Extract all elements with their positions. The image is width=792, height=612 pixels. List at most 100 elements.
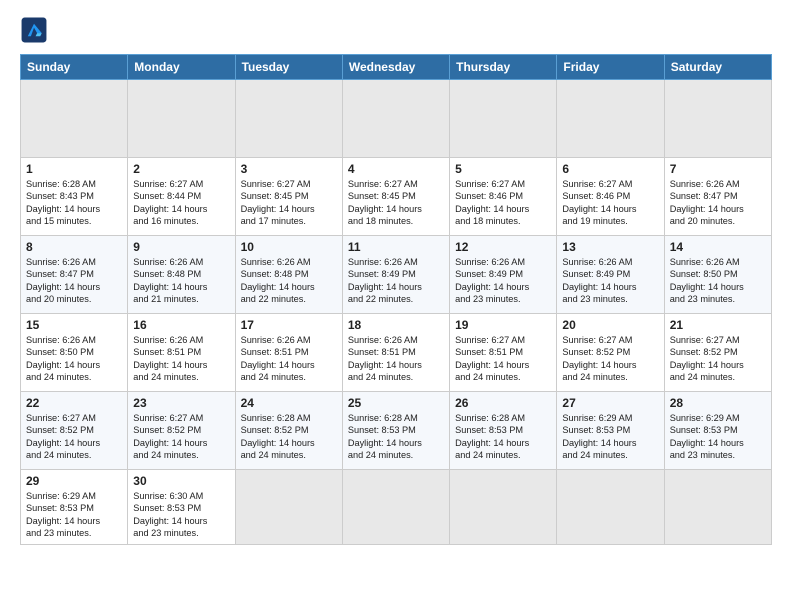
day-info: and 24 minutes.: [348, 449, 444, 461]
day-info: Sunrise: 6:26 AM: [133, 256, 229, 268]
day-info: and 22 minutes.: [241, 293, 337, 305]
day-info: Sunset: 8:51 PM: [348, 346, 444, 358]
day-info: Daylight: 14 hours: [562, 203, 658, 215]
day-number: 9: [133, 240, 229, 254]
day-info: Sunrise: 6:28 AM: [241, 412, 337, 424]
day-number: 29: [26, 474, 122, 488]
calendar-weekday-tuesday: Tuesday: [235, 55, 342, 80]
day-info: Daylight: 14 hours: [133, 281, 229, 293]
day-info: and 24 minutes.: [241, 449, 337, 461]
day-info: Sunset: 8:50 PM: [26, 346, 122, 358]
day-info: and 23 minutes.: [562, 293, 658, 305]
day-info: Daylight: 14 hours: [26, 515, 122, 527]
day-number: 7: [670, 162, 766, 176]
calendar-cell: [235, 80, 342, 158]
day-info: Daylight: 14 hours: [455, 437, 551, 449]
day-info: Sunset: 8:45 PM: [241, 190, 337, 202]
calendar-cell: 12Sunrise: 6:26 AMSunset: 8:49 PMDayligh…: [450, 236, 557, 314]
day-info: Sunset: 8:47 PM: [670, 190, 766, 202]
day-info: Daylight: 14 hours: [26, 437, 122, 449]
day-info: and 16 minutes.: [133, 215, 229, 227]
calendar-cell: [450, 470, 557, 545]
day-info: Daylight: 14 hours: [133, 515, 229, 527]
day-info: Sunset: 8:53 PM: [348, 424, 444, 436]
day-info: Sunset: 8:51 PM: [241, 346, 337, 358]
day-info: Sunset: 8:45 PM: [348, 190, 444, 202]
day-info: and 23 minutes.: [133, 527, 229, 539]
calendar-cell: 28Sunrise: 6:29 AMSunset: 8:53 PMDayligh…: [664, 392, 771, 470]
day-info: Sunrise: 6:26 AM: [348, 256, 444, 268]
day-info: Sunset: 8:52 PM: [133, 424, 229, 436]
day-info: and 24 minutes.: [26, 371, 122, 383]
day-info: and 24 minutes.: [455, 371, 551, 383]
calendar-cell: [450, 80, 557, 158]
day-info: Sunset: 8:53 PM: [133, 502, 229, 514]
day-number: 11: [348, 240, 444, 254]
day-info: Daylight: 14 hours: [241, 359, 337, 371]
calendar-cell: [664, 80, 771, 158]
day-info: Sunset: 8:52 PM: [26, 424, 122, 436]
day-info: Daylight: 14 hours: [348, 203, 444, 215]
day-info: Daylight: 14 hours: [670, 281, 766, 293]
day-info: Daylight: 14 hours: [241, 203, 337, 215]
calendar-cell: [664, 470, 771, 545]
calendar-cell: [557, 80, 664, 158]
calendar-cell: 21Sunrise: 6:27 AMSunset: 8:52 PMDayligh…: [664, 314, 771, 392]
day-info: Daylight: 14 hours: [562, 359, 658, 371]
day-info: and 22 minutes.: [348, 293, 444, 305]
header: [20, 16, 772, 44]
day-info: Daylight: 14 hours: [133, 359, 229, 371]
day-info: Sunrise: 6:26 AM: [26, 334, 122, 346]
day-number: 5: [455, 162, 551, 176]
calendar-weekday-sunday: Sunday: [21, 55, 128, 80]
day-info: Sunset: 8:49 PM: [348, 268, 444, 280]
day-info: Daylight: 14 hours: [241, 281, 337, 293]
calendar-cell: [557, 470, 664, 545]
day-number: 4: [348, 162, 444, 176]
day-info: Sunset: 8:46 PM: [455, 190, 551, 202]
calendar-weekday-friday: Friday: [557, 55, 664, 80]
day-info: and 24 minutes.: [26, 449, 122, 461]
day-info: Daylight: 14 hours: [26, 281, 122, 293]
day-info: and 17 minutes.: [241, 215, 337, 227]
calendar-cell: 29Sunrise: 6:29 AMSunset: 8:53 PMDayligh…: [21, 470, 128, 545]
calendar-cell: 26Sunrise: 6:28 AMSunset: 8:53 PMDayligh…: [450, 392, 557, 470]
calendar-cell: 4Sunrise: 6:27 AMSunset: 8:45 PMDaylight…: [342, 158, 449, 236]
day-info: and 19 minutes.: [562, 215, 658, 227]
day-info: Daylight: 14 hours: [670, 437, 766, 449]
day-number: 15: [26, 318, 122, 332]
day-info: and 20 minutes.: [670, 215, 766, 227]
day-info: Sunset: 8:48 PM: [241, 268, 337, 280]
day-info: Sunrise: 6:27 AM: [133, 178, 229, 190]
logo: [20, 16, 52, 44]
day-number: 30: [133, 474, 229, 488]
day-info: Sunrise: 6:26 AM: [670, 256, 766, 268]
day-info: Sunset: 8:53 PM: [670, 424, 766, 436]
day-info: Sunset: 8:48 PM: [133, 268, 229, 280]
day-number: 6: [562, 162, 658, 176]
day-info: and 23 minutes.: [670, 293, 766, 305]
calendar-cell: 20Sunrise: 6:27 AMSunset: 8:52 PMDayligh…: [557, 314, 664, 392]
day-info: and 21 minutes.: [133, 293, 229, 305]
day-number: 13: [562, 240, 658, 254]
day-info: Sunset: 8:52 PM: [670, 346, 766, 358]
day-number: 24: [241, 396, 337, 410]
day-number: 22: [26, 396, 122, 410]
day-info: Sunrise: 6:26 AM: [241, 256, 337, 268]
calendar-cell: 27Sunrise: 6:29 AMSunset: 8:53 PMDayligh…: [557, 392, 664, 470]
calendar-cell: 10Sunrise: 6:26 AMSunset: 8:48 PMDayligh…: [235, 236, 342, 314]
day-info: Sunrise: 6:28 AM: [455, 412, 551, 424]
calendar-weekday-monday: Monday: [128, 55, 235, 80]
calendar-cell: 25Sunrise: 6:28 AMSunset: 8:53 PMDayligh…: [342, 392, 449, 470]
day-number: 23: [133, 396, 229, 410]
calendar-cell: 18Sunrise: 6:26 AMSunset: 8:51 PMDayligh…: [342, 314, 449, 392]
day-info: Sunset: 8:44 PM: [133, 190, 229, 202]
day-info: Sunrise: 6:26 AM: [348, 334, 444, 346]
calendar-cell: 3Sunrise: 6:27 AMSunset: 8:45 PMDaylight…: [235, 158, 342, 236]
calendar-cell: 6Sunrise: 6:27 AMSunset: 8:46 PMDaylight…: [557, 158, 664, 236]
day-number: 1: [26, 162, 122, 176]
day-info: and 20 minutes.: [26, 293, 122, 305]
day-info: Sunset: 8:53 PM: [26, 502, 122, 514]
day-number: 25: [348, 396, 444, 410]
calendar-header-row: SundayMondayTuesdayWednesdayThursdayFrid…: [21, 55, 772, 80]
